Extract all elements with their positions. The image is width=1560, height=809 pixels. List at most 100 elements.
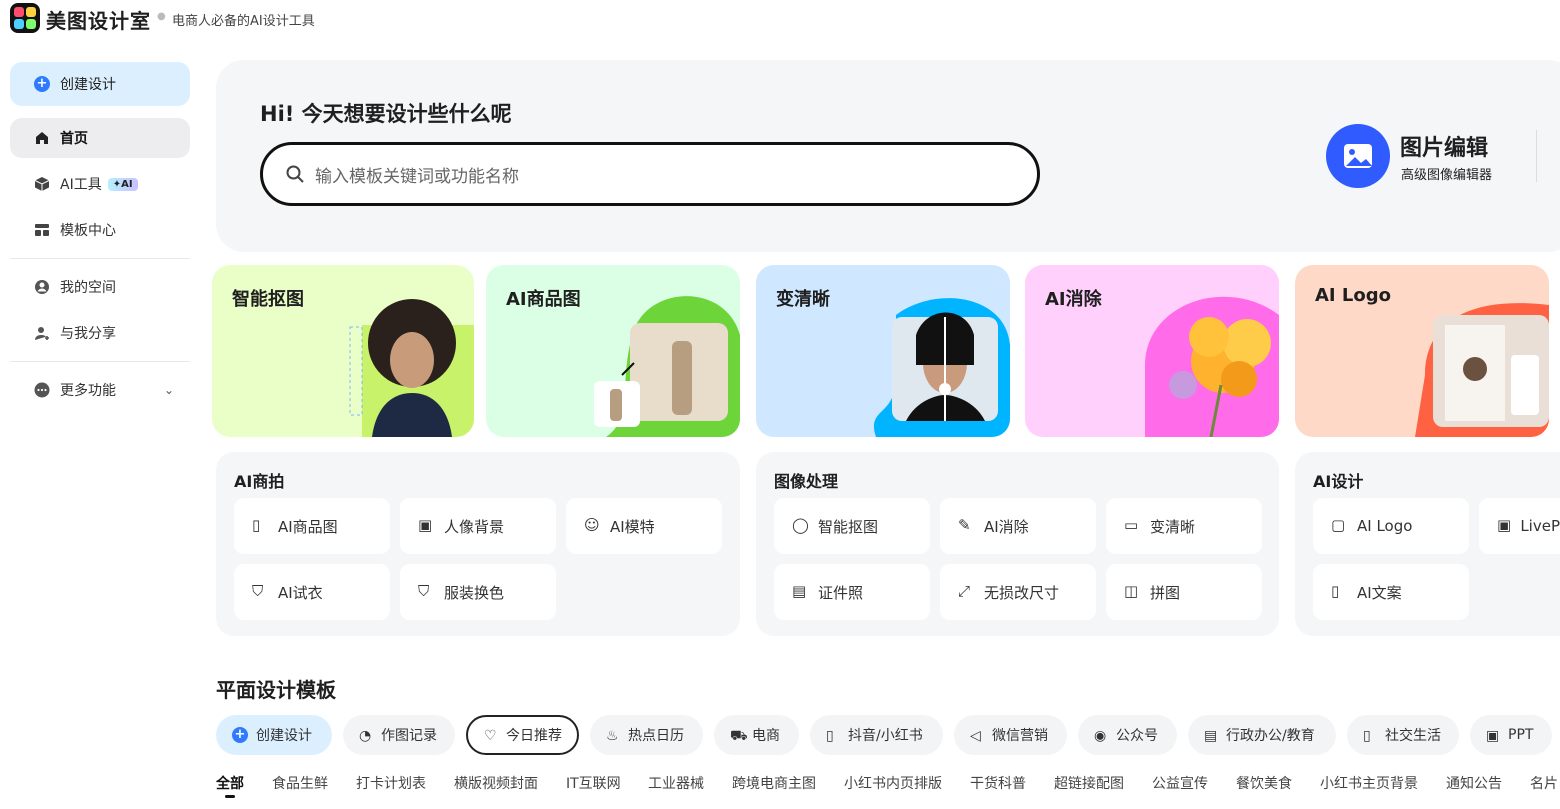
shirt-icon: ⛉ <box>252 582 264 600</box>
sidebar-item-shared[interactable]: 与我分享 <box>10 313 190 353</box>
sidebar-item-label: 我的空间 <box>60 280 116 296</box>
search-placeholder: 输入模板关键词或功能名称 <box>315 166 519 187</box>
category-tab[interactable]: 餐饮美食 <box>1236 773 1292 793</box>
tool-label: AI试衣 <box>278 583 323 602</box>
tool-label: 变清晰 <box>1150 517 1196 536</box>
category-tab[interactable]: 食品生鲜 <box>272 773 328 793</box>
card-ai-product[interactable]: AI商品图 <box>486 265 740 437</box>
chip-wechat[interactable]: ◁ 微信营销 <box>954 715 1067 755</box>
tool-smart-cutout[interactable]: ◯ 智能抠图 <box>774 498 930 554</box>
category-tab[interactable]: 横版视频封面 <box>454 773 538 793</box>
category-tab[interactable]: 公益宣传 <box>1152 773 1208 793</box>
chip-create-design[interactable]: + 创建设计 <box>216 715 332 755</box>
app-logo-icon[interactable] <box>10 3 40 33</box>
chip-label: 行政办公/教育 <box>1226 728 1315 744</box>
panel-ai-shoot: AI商拍 ▯ AI商品图 ▣ 人像背景 ☺ AI模特 ⛉ AI试衣 ⛉ 服装换色 <box>216 452 740 636</box>
category-tab[interactable]: 通知公告 <box>1446 773 1502 793</box>
document-ai-icon: ▯ <box>1331 582 1340 600</box>
tool-ai-tryon[interactable]: ⛉ AI试衣 <box>234 564 390 620</box>
logo-bag-illustration <box>1415 303 1549 437</box>
category-tab[interactable]: 全部 <box>216 773 244 793</box>
sidebar-item-home[interactable]: 首页 <box>10 118 190 158</box>
category-tab[interactable]: 小红书内页排版 <box>844 773 942 793</box>
flower-illustration <box>1145 296 1279 437</box>
sidebar-item-label: 模板中心 <box>60 223 116 239</box>
brand-name[interactable]: 美图设计室 <box>46 5 151 34</box>
category-tab[interactable]: 跨境电商主图 <box>732 773 816 793</box>
sidebar-item-templates[interactable]: 模板中心 <box>10 210 190 250</box>
panel-title: AI设计 <box>1313 472 1364 491</box>
tool-color-change[interactable]: ⛉ 服装换色 <box>400 564 556 620</box>
chip-label: 电商 <box>752 728 780 744</box>
chip-label: PPT <box>1508 727 1534 743</box>
create-design-button[interactable]: + 创建设计 <box>10 62 190 106</box>
tool-enhance[interactable]: ▭ 变清晰 <box>1106 498 1262 554</box>
category-tab[interactable]: IT互联网 <box>566 773 621 793</box>
book-icon: ▯ <box>826 728 834 744</box>
search-input[interactable]: 输入模板关键词或功能名称 <box>260 142 1040 206</box>
category-tab[interactable]: 打卡计划表 <box>356 773 426 793</box>
sidebar-item-my-space[interactable]: 我的空间 <box>10 267 190 307</box>
image-icon: ▣ <box>418 516 433 534</box>
collage-icon: ◫ <box>1124 582 1139 600</box>
chip-official-account[interactable]: ◉ 公众号 <box>1078 715 1177 755</box>
tool-ai-logo[interactable]: ▢ AI Logo <box>1313 498 1469 554</box>
chip-ecommerce[interactable]: ⛟ 电商 <box>714 715 799 755</box>
tool-portrait-bg[interactable]: ▣ 人像背景 <box>400 498 556 554</box>
cube-icon <box>34 177 50 191</box>
portrait-illustration <box>349 299 474 437</box>
chip-label: 抖音/小红书 <box>848 728 923 744</box>
card-enhance[interactable]: 变清晰 <box>756 265 1010 437</box>
image-editor-icon[interactable] <box>1326 124 1390 188</box>
phone-icon: ▯ <box>1363 728 1371 744</box>
sidebar-item-ai-tools[interactable]: AI工具 ✦AI <box>10 164 190 204</box>
category-tab[interactable]: 工业器械 <box>648 773 704 793</box>
home-icon <box>36 132 48 144</box>
card-ai-erase[interactable]: AI消除 <box>1025 265 1279 437</box>
category-tab[interactable]: 名片 <box>1530 773 1560 793</box>
image-editor-title[interactable]: 图片编辑 <box>1400 130 1488 162</box>
flame-icon: ♨ <box>606 728 619 744</box>
tool-label: AI Logo <box>1357 517 1413 535</box>
chip-label: 公众号 <box>1116 728 1158 744</box>
tool-ai-erase[interactable]: ✎ AI消除 <box>940 498 1096 554</box>
separator-dot: ● <box>157 11 166 22</box>
chip-douyin[interactable]: ▯ 抖音/小红书 <box>810 715 943 755</box>
card-smart-cutout[interactable]: 智能抠图 <box>212 265 474 437</box>
panel-image-processing: 图像处理 ◯ 智能抠图 ✎ AI消除 ▭ 变清晰 ▤ 证件照 ⤢ 无损改尺寸 ◫ 拼图 <box>756 452 1279 636</box>
active-tab-indicator <box>225 795 235 798</box>
tool-live-photo[interactable]: ▣ LiveP <box>1479 498 1560 554</box>
tool-ai-product[interactable]: ▯ AI商品图 <box>234 498 390 554</box>
template-icon <box>35 224 49 236</box>
tool-ai-copywriting[interactable]: ▯ AI文案 <box>1313 564 1469 620</box>
chip-social[interactable]: ▯ 社交生活 <box>1347 715 1459 755</box>
chip-ppt[interactable]: ▣ PPT <box>1470 715 1552 755</box>
tool-ai-model[interactable]: ☺ AI模特 <box>566 498 722 554</box>
tool-resize[interactable]: ⤢ 无损改尺寸 <box>940 564 1096 620</box>
sidebar-item-label: AI工具 <box>60 177 102 193</box>
greeting: Hi! 今天想要设计些什么呢 <box>260 102 512 126</box>
tool-collage[interactable]: ◫ 拼图 <box>1106 564 1262 620</box>
chip-hot-calendar[interactable]: ♨ 热点日历 <box>590 715 703 755</box>
document-icon: ▤ <box>1204 728 1218 744</box>
sidebar-item-more[interactable]: 更多功能 ⌄ <box>10 370 190 410</box>
tool-label: LiveP <box>1520 517 1560 535</box>
chip-today[interactable]: ♡ 今日推荐 <box>466 715 579 755</box>
more-icon <box>34 382 50 398</box>
card-ai-logo[interactable]: AI Logo <box>1295 265 1549 437</box>
divider <box>10 258 190 259</box>
eraser-icon: ✎ <box>958 516 971 534</box>
chip-history[interactable]: ◔ 作图记录 <box>343 715 455 755</box>
lasso-icon: ◯ <box>792 516 809 534</box>
chip-office[interactable]: ▤ 行政办公/教育 <box>1188 715 1336 755</box>
tool-id-photo[interactable]: ▤ 证件照 <box>774 564 930 620</box>
category-tab[interactable]: 超链接配图 <box>1054 773 1124 793</box>
tool-label: 服装换色 <box>444 583 505 602</box>
top-bar: 美图设计室 ● 电商人必备的AI设计工具 <box>0 0 1560 40</box>
category-tab[interactable]: 小红书主页背景 <box>1320 773 1418 793</box>
product-illustration <box>594 296 740 437</box>
templates-title: 平面设计模板 <box>216 678 336 702</box>
sidebar-item-label: 更多功能 <box>60 383 116 399</box>
category-tab[interactable]: 干货科普 <box>970 773 1026 793</box>
search-icon <box>286 165 304 183</box>
